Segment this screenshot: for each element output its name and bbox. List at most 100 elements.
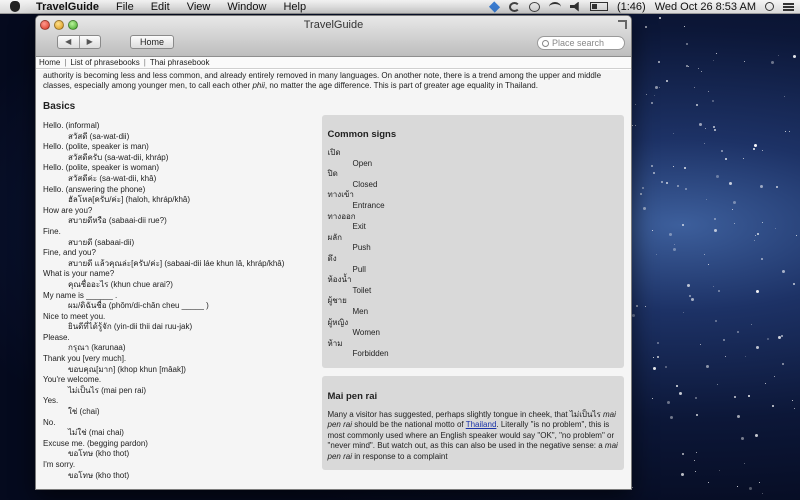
star-dot	[745, 356, 746, 357]
phrase-thai: ขอโทษ (kho thot)	[68, 449, 130, 459]
sign-english: Push	[352, 243, 371, 253]
search-field[interactable]	[537, 36, 625, 50]
home-button[interactable]: Home	[130, 35, 174, 49]
sign-english: Women	[352, 328, 380, 338]
star-dot	[659, 87, 660, 88]
sign-item: ผู้ชาย Men	[328, 296, 618, 317]
phrase-english: You're welcome.	[43, 375, 102, 385]
breadcrumb: Home | List of phrasebooks | Thai phrase…	[36, 57, 631, 69]
phrase-thai: ขอบคุณ[มาก] (khop khun [mâak])	[68, 364, 186, 374]
star-dot	[778, 55, 779, 56]
star-dot	[653, 357, 654, 358]
sign-english: Pull	[352, 264, 366, 274]
sign-list: เปิด Open ปิด Closed ทางเข้า Entrance ทางออก Ex…	[328, 148, 618, 360]
phrase-item: Thank you [very much]. ขอบคุณ[มาก] (khop …	[43, 354, 320, 375]
battery-icon[interactable]	[589, 2, 608, 11]
star-dot	[679, 392, 682, 395]
star-dot	[721, 150, 723, 152]
star-dot	[661, 181, 663, 183]
phrase-thai: สบายดี แล้วคุณล่ะ[ครับ/ค่ะ] (sabaai-dii …	[68, 258, 285, 268]
breadcrumb-list-of-phrasebooks[interactable]: List of phrasebooks	[70, 57, 139, 68]
star-dot	[751, 324, 752, 325]
star-dot	[696, 414, 698, 416]
apple-icon[interactable]	[8, 1, 22, 12]
mai-pen-rai-box: Mai pen rai Many a visitor has suggested…	[321, 375, 624, 470]
star-dot	[762, 493, 763, 494]
star-dot	[712, 100, 714, 102]
menu-app-name[interactable]: TravelGuide	[36, 1, 99, 13]
volume-icon[interactable]	[569, 1, 579, 12]
menu-file[interactable]: File	[116, 1, 134, 13]
forward-button[interactable]: ▶	[80, 36, 101, 48]
star-dot	[684, 26, 685, 27]
phrase-item: My name is ______ . ผม/ดิฉันชื่อ (phŏm/di…	[43, 291, 320, 312]
menu-help[interactable]: Help	[283, 1, 306, 13]
sign-thai: ผลัก	[327, 232, 342, 242]
article-content[interactable]: authority is becoming less and less comm…	[36, 70, 631, 489]
star-dot	[734, 223, 735, 224]
phrase-english: My name is ______ .	[43, 290, 118, 300]
star-dot	[708, 482, 709, 483]
dropbox-icon[interactable]	[488, 0, 501, 13]
star-dot	[642, 187, 644, 189]
thailand-link[interactable]: Thailand	[466, 420, 497, 429]
wifi-icon[interactable]	[548, 1, 561, 12]
phrase-item: I'm sorry. ขอโทษ (kho thot)	[43, 460, 320, 481]
phrase-english: Thank you [very much].	[43, 354, 127, 364]
star-dot	[632, 487, 633, 488]
menu-window[interactable]: Window	[227, 1, 266, 13]
window-title: TravelGuide	[303, 19, 364, 31]
star-dot	[789, 131, 790, 132]
sync-icon[interactable]	[508, 1, 520, 12]
phrase-item: Hello. (polite, speaker is man) สวัสดีครั…	[43, 142, 320, 163]
back-button[interactable]: ◀	[58, 36, 80, 48]
star-dot	[725, 158, 727, 160]
search-input[interactable]	[552, 38, 622, 48]
sign-english: Men	[352, 306, 369, 316]
phrase-item: Hello. (informal) สวัสดี (sa-wat-dii)	[43, 121, 320, 142]
breadcrumb-home[interactable]: Home	[39, 57, 60, 68]
phrase-thai: สบายดีหรือ (sabaai-dii rue?)	[68, 216, 167, 226]
spotlight-icon[interactable]	[765, 2, 774, 11]
star-dot	[796, 235, 797, 236]
time-machine-icon[interactable]	[528, 1, 540, 12]
phrase-thai: สบายดี (sabaai-dii)	[68, 237, 135, 247]
star-dot	[761, 258, 763, 260]
star-dot	[682, 453, 684, 455]
star-dot	[669, 233, 672, 236]
phrase-item: Yes. ใช่ (chai)	[43, 396, 320, 417]
star-dot	[782, 270, 785, 273]
sign-thai: ห้องน้ำ	[327, 275, 352, 285]
star-dot	[794, 408, 795, 409]
star-dot	[632, 125, 633, 126]
notification-list-icon[interactable]	[783, 2, 794, 11]
star-dot	[776, 186, 778, 188]
phrase-english: Hello. (polite, speaker is woman)	[43, 163, 160, 173]
phrase-english: Nice to meet you.	[43, 311, 106, 321]
star-dot	[635, 125, 636, 126]
phrase-thai: กรุณา (karunaa)	[68, 343, 126, 353]
phrase-english: I'm sorry.	[43, 460, 76, 469]
sign-item: เปิด Open	[328, 148, 618, 169]
star-dot	[708, 91, 709, 92]
star-dot	[753, 148, 755, 150]
star-dot	[694, 87, 695, 88]
phrase-thai: ใช่ (chai)	[68, 407, 100, 417]
star-dot	[716, 175, 719, 178]
sign-english: Forbidden	[352, 349, 389, 359]
menubar-clock[interactable]: Wed Oct 26 8:53 AM	[655, 1, 756, 13]
menu-view[interactable]: View	[187, 1, 211, 13]
star-dot	[684, 167, 686, 169]
star-dot	[759, 482, 760, 483]
sign-english: Exit	[352, 222, 366, 232]
menu-edit[interactable]: Edit	[151, 1, 170, 13]
star-dot	[755, 235, 756, 236]
star-dot	[713, 60, 714, 61]
star-dot	[700, 344, 701, 345]
sign-thai: ผู้หญิง	[327, 317, 349, 327]
phrase-english: Fine, and you?	[43, 248, 96, 258]
fullscreen-icon[interactable]	[618, 20, 627, 29]
star-dot	[655, 86, 658, 89]
star-dot	[762, 222, 763, 223]
breadcrumb-thai-phrasebook[interactable]: Thai phrasebook	[150, 57, 210, 68]
